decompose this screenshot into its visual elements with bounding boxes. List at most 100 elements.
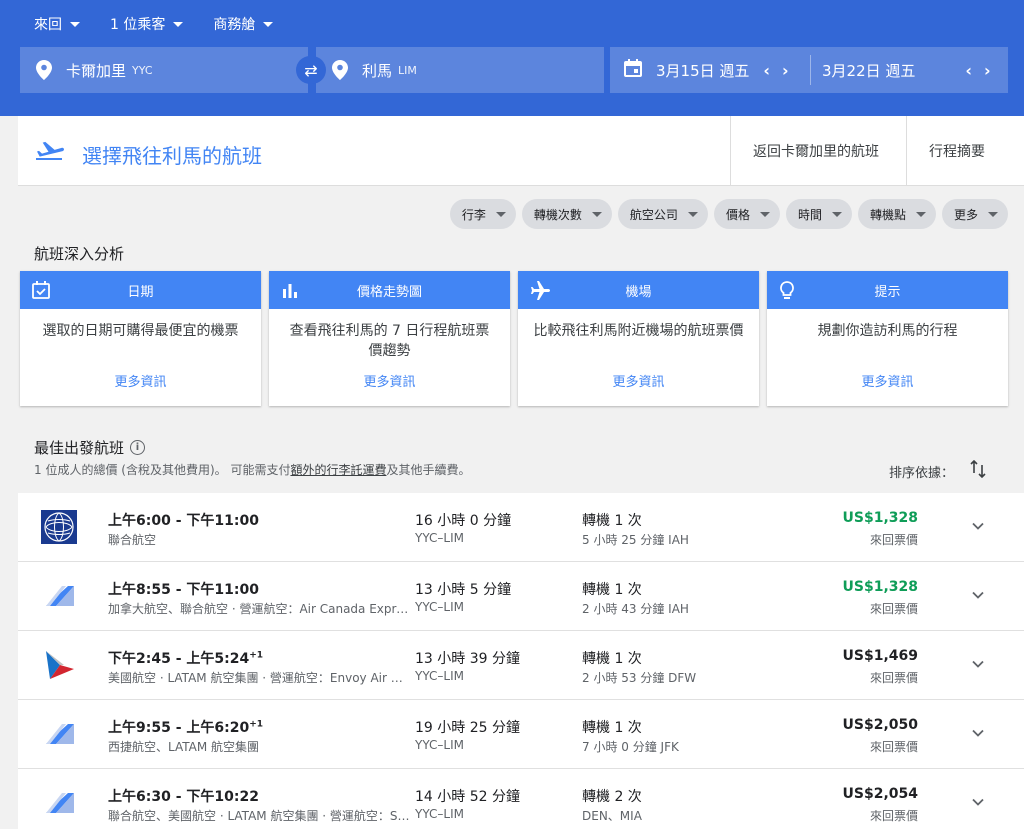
destination-field[interactable]: 利馬 LIM bbox=[316, 47, 604, 93]
calendar-check-icon bbox=[32, 281, 50, 303]
flight-duration: 14 小時 52 分鐘 bbox=[415, 789, 520, 805]
chevron-down-icon[interactable] bbox=[972, 793, 984, 806]
flight-route: YYC–LIM bbox=[415, 669, 464, 683]
card-header: 機場 bbox=[518, 271, 759, 309]
flight-duration: 13 小時 5 分鐘 bbox=[415, 582, 512, 598]
layover-info: 5 小時 25 分鐘 IAH bbox=[582, 533, 689, 547]
prev-date-icon[interactable]: ‹ bbox=[763, 61, 770, 80]
price-note-text-end: 及其他手續費。 bbox=[386, 463, 471, 477]
next-date-icon[interactable]: › bbox=[782, 61, 789, 80]
flight-duration: 16 小時 0 分鐘 bbox=[415, 513, 512, 529]
flight-price: US$1,469 bbox=[842, 648, 918, 664]
flight-time-range: 上午8:55 - 下午11:00 bbox=[108, 582, 259, 598]
return-date-field[interactable]: 3月22日 週五 ‹ › bbox=[811, 47, 1008, 93]
flight-times: 上午6:00 - 下午11:00 bbox=[108, 510, 259, 530]
depart-date-field[interactable]: 3月15日 週五 ‹ › bbox=[610, 47, 810, 93]
filter-label: 航空公司 bbox=[629, 207, 678, 222]
airline-names: 美國航空 · LATAM 航空集團 · 營運航空：Envoy Air as Am… bbox=[108, 671, 410, 685]
filter-airlines[interactable]: 航空公司 bbox=[617, 199, 708, 229]
breadcrumb-return-flights[interactable]: 返回卡爾加里的航班 bbox=[730, 116, 906, 186]
price-type: 來回票價 bbox=[869, 533, 918, 547]
filter-more[interactable]: 更多 bbox=[941, 199, 1008, 229]
filter-times[interactable]: 時間 bbox=[785, 199, 852, 229]
filter-label: 時間 bbox=[797, 207, 822, 222]
dates-field: 3月15日 週五 ‹ › 3月22日 週五 ‹ › bbox=[610, 47, 1008, 93]
lightbulb-icon bbox=[779, 281, 795, 305]
card-body: 規劃你造訪利馬的行程 bbox=[817, 323, 958, 339]
best-flights-header: 最佳出發航班 i bbox=[34, 437, 146, 458]
info-icon[interactable]: i bbox=[130, 440, 146, 455]
search-options: 來回 1 位乘客 商務艙 bbox=[34, 14, 274, 34]
sort-icon[interactable] bbox=[970, 459, 986, 482]
filter-label: 更多 bbox=[953, 207, 978, 222]
cabin-class-label: 商務艙 bbox=[213, 17, 256, 33]
trip-type-dropdown[interactable]: 來回 bbox=[34, 14, 80, 34]
cabin-class-dropdown[interactable]: 商務艙 bbox=[213, 14, 274, 34]
more-info-link[interactable]: 更多資訊 bbox=[767, 371, 1008, 390]
step-header: 選擇飛往利馬的航班 返回卡爾加里的航班 行程摘要 bbox=[18, 116, 1024, 186]
stops-count: 轉機 1 次 bbox=[582, 513, 642, 529]
chevron-down-icon[interactable] bbox=[972, 724, 984, 737]
flight-time-range: 上午9:55 - 上午6:20 bbox=[108, 720, 250, 736]
caret-down-icon bbox=[687, 211, 698, 217]
baggage-fees-link[interactable]: 額外的行李託運費 bbox=[290, 463, 386, 477]
breadcrumb-trip-summary[interactable]: 行程摘要 bbox=[906, 116, 1024, 186]
prev-date-icon[interactable]: ‹ bbox=[965, 61, 972, 80]
flight-row[interactable]: 下午2:45 - 上午5:24+1 美國航空 · LATAM 航空集團 · 營運… bbox=[18, 631, 1024, 700]
insight-card-dates[interactable]: 日期 選取的日期可購得最便宜的機票 更多資訊 bbox=[20, 271, 261, 406]
filter-label: 轉機點 bbox=[869, 207, 906, 222]
more-info-link[interactable]: 更多資訊 bbox=[518, 371, 759, 390]
stops-count: 轉機 2 次 bbox=[582, 789, 642, 805]
flight-row[interactable]: 上午8:55 - 下午11:00 加拿大航空、聯合航空 · 營運航空：Air C… bbox=[18, 562, 1024, 631]
flight-row[interactable]: 上午6:30 - 下午10:22 聯合航空、美國航空 · LATAM 航空集團 … bbox=[18, 769, 1024, 829]
insight-card-airports[interactable]: 機場 比較飛往利馬附近機場的航班票價 更多資訊 bbox=[518, 271, 759, 406]
insight-cards: 日期 選取的日期可購得最便宜的機票 更多資訊 價格走勢圖 查看飛往利馬的 7 日… bbox=[20, 271, 1008, 406]
layover-info: 2 小時 43 分鐘 IAH bbox=[582, 602, 689, 616]
filter-bar: 行李 轉機次數 航空公司 價格 時間 轉機點 更多 bbox=[449, 199, 1008, 229]
insight-card-price-graph[interactable]: 價格走勢圖 查看飛往利馬的 7 日行程航班票價趨勢 更多資訊 bbox=[269, 271, 510, 406]
chevron-down-icon[interactable] bbox=[972, 517, 984, 530]
airline-names: 加拿大航空、聯合航空 · 營運航空：Air Canada Express - J… bbox=[108, 602, 410, 616]
card-header: 日期 bbox=[20, 271, 261, 309]
stops-count: 轉機 1 次 bbox=[582, 582, 642, 598]
caret-down-icon bbox=[591, 211, 602, 217]
filter-price[interactable]: 價格 bbox=[713, 199, 780, 229]
chevron-down-icon[interactable] bbox=[972, 655, 984, 668]
departure-plane-icon bbox=[34, 138, 64, 166]
filter-connecting-airports[interactable]: 轉機點 bbox=[857, 199, 936, 229]
caret-down-icon bbox=[70, 21, 80, 27]
airline-logo-icon bbox=[40, 578, 78, 614]
flight-times: 上午8:55 - 下午11:00 bbox=[108, 579, 259, 599]
more-info-link[interactable]: 更多資訊 bbox=[269, 371, 510, 390]
swap-cities-button[interactable]: ⇄ bbox=[296, 56, 326, 84]
price-type: 來回票價 bbox=[869, 809, 918, 823]
filter-baggage[interactable]: 行李 bbox=[449, 199, 516, 229]
flight-row[interactable]: 上午9:55 - 上午6:20+1 西捷航空、LATAM 航空集團 19 小時 … bbox=[18, 700, 1024, 769]
destination-city: 利馬 bbox=[362, 61, 393, 80]
flight-row[interactable]: 上午6:00 - 下午11:00 聯合航空 16 小時 0 分鐘 YYC–LIM… bbox=[18, 493, 1024, 562]
flight-route: YYC–LIM bbox=[415, 600, 464, 614]
insight-card-tips[interactable]: 提示 規劃你造訪利馬的行程 更多資訊 bbox=[767, 271, 1008, 406]
card-header: 價格走勢圖 bbox=[269, 271, 510, 309]
flight-list: 上午6:00 - 下午11:00 聯合航空 16 小時 0 分鐘 YYC–LIM… bbox=[18, 493, 1024, 829]
chevron-down-icon[interactable] bbox=[972, 586, 984, 599]
origin-field[interactable]: 卡爾加里 YYC bbox=[20, 47, 308, 93]
price-type: 來回票價 bbox=[869, 740, 918, 754]
price-type: 來回票價 bbox=[869, 602, 918, 616]
flight-price: US$1,328 bbox=[842, 510, 918, 526]
card-title: 日期 bbox=[127, 284, 154, 300]
layover-info: DEN、MIA bbox=[582, 809, 642, 823]
more-info-link[interactable]: 更多資訊 bbox=[20, 371, 261, 390]
price-note: 1 位成人的總價 (含稅及其他費用)。 可能需支付額外的行李託運費及其他手續費。 bbox=[34, 461, 470, 478]
origin-city: 卡爾加里 bbox=[66, 61, 127, 80]
caret-down-icon bbox=[988, 211, 998, 217]
filter-stops[interactable]: 轉機次數 bbox=[521, 199, 612, 229]
caret-down-icon bbox=[831, 211, 842, 217]
airline-logo-icon bbox=[40, 785, 78, 821]
airplane-icon bbox=[530, 281, 550, 305]
depart-date-nav: ‹ › bbox=[763, 61, 788, 80]
flight-price: US$2,054 bbox=[842, 786, 918, 802]
passengers-dropdown[interactable]: 1 位乘客 bbox=[110, 14, 184, 34]
next-date-icon[interactable]: › bbox=[984, 61, 991, 80]
card-header: 提示 bbox=[767, 271, 1008, 309]
